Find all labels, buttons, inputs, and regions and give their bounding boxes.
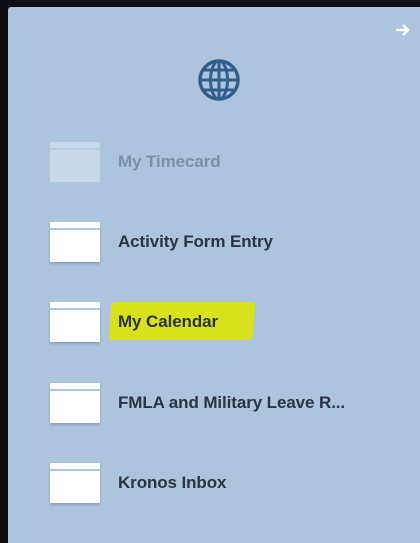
nav-item-label: Activity Form Entry [118,232,273,251]
nav-item-activity-form-entry[interactable]: Activity Form Entry [44,222,404,266]
tile-icon [50,383,100,423]
nav-item-label: Kronos Inbox [118,473,227,492]
tile-icon [50,463,100,503]
nav-item-label: My Calendar [118,312,218,331]
nav-item-label: My Timecard [118,152,221,171]
collapse-arrow-icon[interactable] [394,21,412,39]
nav-item-label: FMLA and Military Leave R... [118,393,346,412]
globe-icon [196,57,242,103]
nav-item-my-calendar[interactable]: My Calendar [44,302,404,346]
navigation-panel: My Timecard Activity Form Entry My Calen… [8,7,420,543]
nav-item-my-timecard[interactable]: My Timecard [44,142,404,186]
nav-item-fmla-military-leave[interactable]: FMLA and Military Leave R... [44,383,404,427]
tile-icon [50,142,100,182]
tile-icon [50,222,100,262]
tile-icon [50,302,100,342]
nav-item-kronos-inbox[interactable]: Kronos Inbox [44,463,404,507]
